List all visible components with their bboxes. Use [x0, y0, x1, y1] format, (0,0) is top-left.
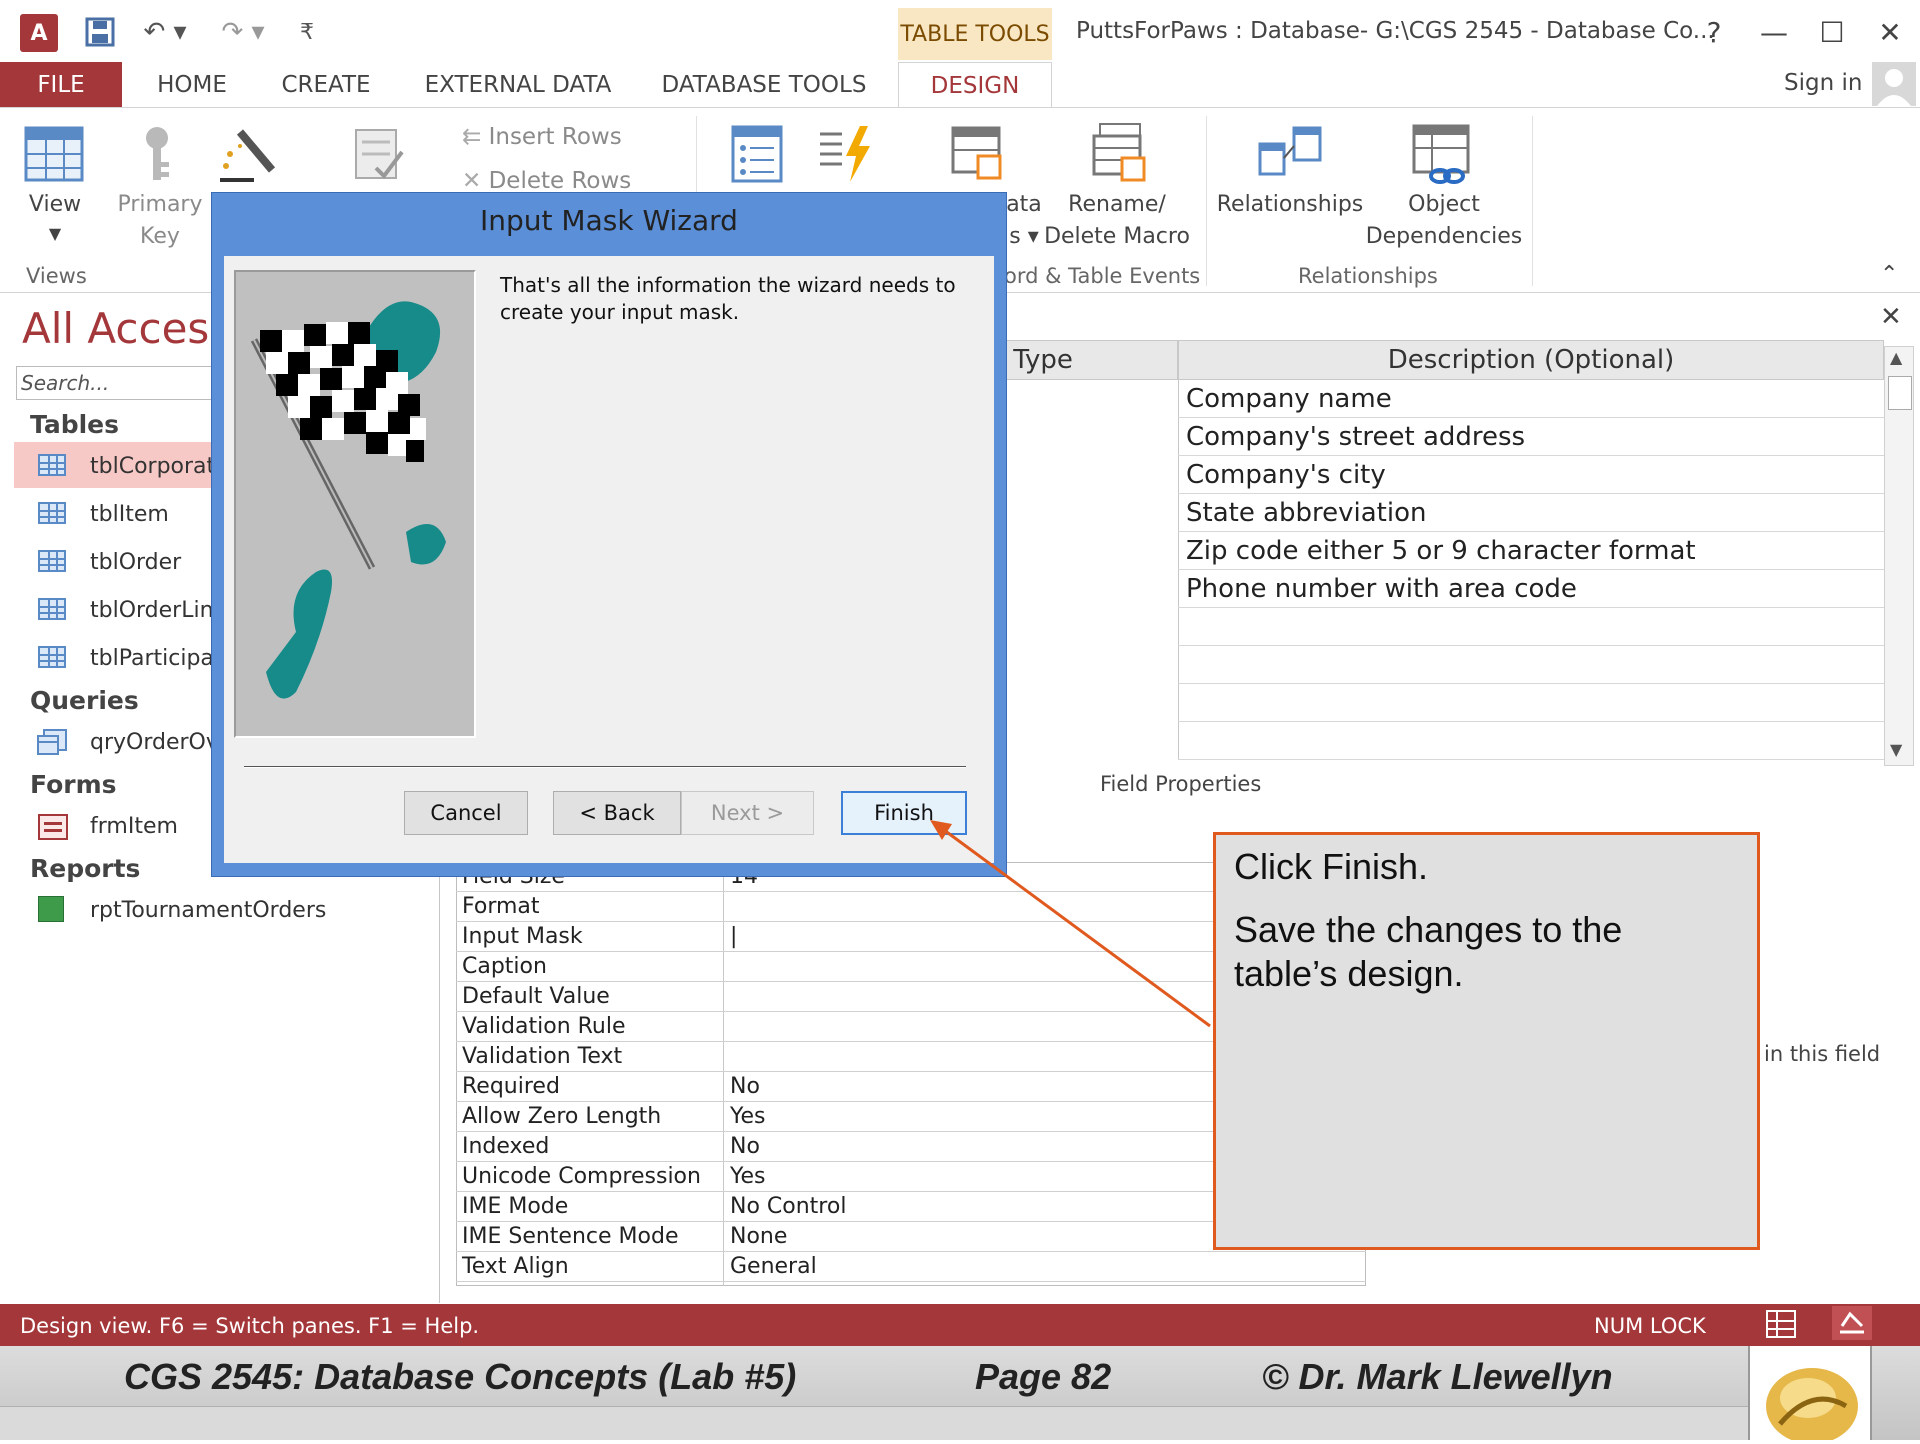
callout-arrow [930, 820, 1211, 1028]
